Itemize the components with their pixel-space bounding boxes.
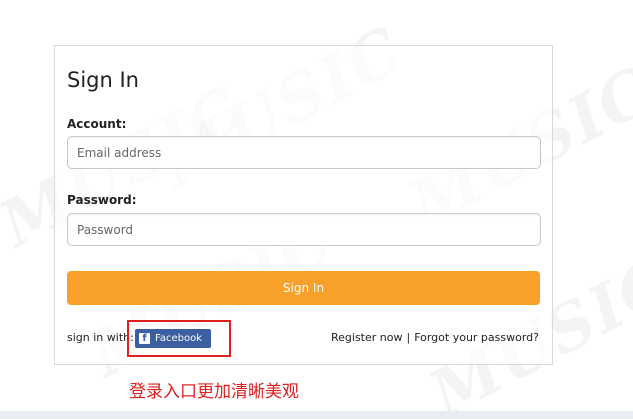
sign-in-with-label: sign in with: bbox=[67, 331, 134, 344]
email-field[interactable] bbox=[67, 136, 541, 169]
bottom-bar bbox=[0, 411, 633, 419]
sign-in-panel: Sign In Account: Password: Sign In sign … bbox=[54, 45, 553, 365]
page-title: Sign In bbox=[67, 68, 139, 92]
account-label: Account: bbox=[67, 117, 127, 131]
password-label: Password: bbox=[67, 193, 137, 207]
facebook-login-button[interactable]: f Facebook bbox=[135, 329, 211, 348]
facebook-button-label: Facebook bbox=[155, 333, 202, 344]
link-separator: | bbox=[406, 331, 411, 344]
account-links: Register now | Forgot your password? bbox=[331, 331, 539, 344]
password-field[interactable] bbox=[67, 213, 541, 246]
annotation-caption: 登录入口更加清晰美观 bbox=[129, 382, 299, 402]
facebook-icon: f bbox=[139, 333, 150, 344]
sign-in-button[interactable]: Sign In bbox=[67, 271, 540, 305]
register-link[interactable]: Register now bbox=[331, 331, 402, 344]
forgot-password-link[interactable]: Forgot your password? bbox=[414, 331, 539, 344]
